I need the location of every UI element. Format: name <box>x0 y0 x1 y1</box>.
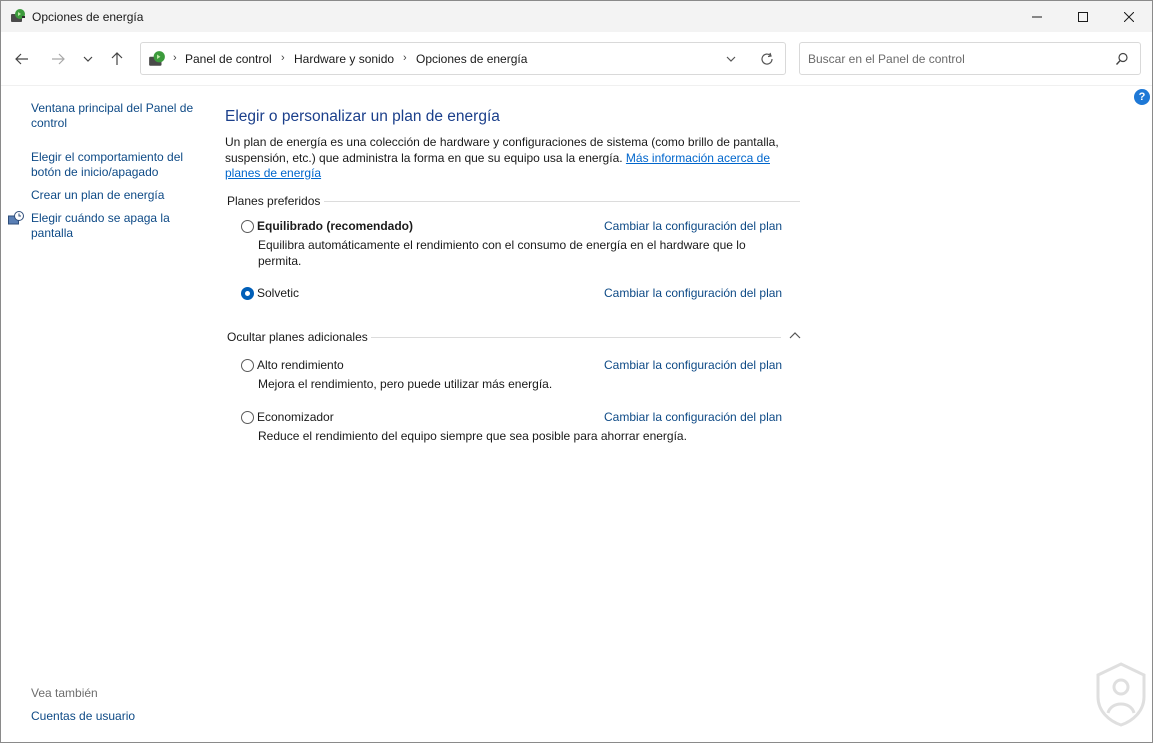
search-input[interactable] <box>800 43 1100 74</box>
solvetic-logo-watermark <box>1096 662 1146 727</box>
power-options-icon <box>11 9 25 22</box>
page-title: Elegir o personalizar un plan de energía <box>225 108 500 125</box>
chevron-down-icon <box>83 56 93 62</box>
chevron-right-icon: › <box>281 52 285 64</box>
chevron-right-icon: › <box>403 52 407 64</box>
close-button[interactable] <box>1106 1 1152 32</box>
plan-high-performance-radio[interactable] <box>241 359 254 372</box>
plan-solvetic-change-link[interactable]: Cambiar la configuración del plan <box>604 286 782 300</box>
plan-power-saver-name[interactable]: Economizador <box>257 410 334 424</box>
plan-balanced-radio[interactable] <box>241 220 254 233</box>
see-also-label: Vea también <box>31 686 98 700</box>
arrow-up-icon <box>111 52 123 65</box>
plan-high-performance-name[interactable]: Alto rendimiento <box>257 358 344 372</box>
close-icon <box>1124 11 1134 22</box>
plan-balanced-change-link[interactable]: Cambiar la configuración del plan <box>604 219 782 233</box>
plan-high-performance-change-link[interactable]: Cambiar la configuración del plan <box>604 358 782 372</box>
section-divider <box>371 337 781 338</box>
plan-power-saver-description: Reduce el rendimiento del equipo siempre… <box>258 429 687 443</box>
section-divider <box>324 201 800 202</box>
minimize-icon <box>1032 16 1042 17</box>
navigation-bar: › Panel de control › Hardware y sonido ›… <box>1 32 1152 86</box>
left-pane: Ventana principal del Panel de control E… <box>1 87 201 742</box>
arrow-left-icon <box>15 53 28 65</box>
plan-balanced-name[interactable]: Equilibrado (recomendado) <box>257 219 413 233</box>
plan-power-saver-radio[interactable] <box>241 411 254 424</box>
maximize-icon <box>1078 11 1088 22</box>
power-options-window: Opciones de energía › Panel de control ›… <box>0 0 1153 743</box>
main-content: Elegir o personalizar un plan de energía… <box>225 87 1105 742</box>
power-options-icon <box>149 51 165 66</box>
minimize-button[interactable] <box>1014 1 1060 32</box>
breadcrumb-control-panel[interactable]: Panel de control <box>185 52 272 66</box>
plan-solvetic-name[interactable]: Solvetic <box>257 286 299 300</box>
user-accounts-link[interactable]: Cuentas de usuario <box>31 709 135 723</box>
plan-solvetic-radio[interactable] <box>241 287 254 300</box>
title-bar: Opciones de energía <box>1 1 1152 32</box>
plan-high-performance-description: Mejora el rendimiento, pero puede utiliz… <box>258 377 553 391</box>
maximize-button[interactable] <box>1060 1 1106 32</box>
plan-balanced-description: Equilibra automáticamente el rendimiento… <box>258 238 746 268</box>
additional-plans-header: Ocultar planes adicionales <box>227 330 368 344</box>
search-box <box>799 42 1141 75</box>
display-clock-icon <box>8 211 24 225</box>
chevron-up-icon[interactable] <box>789 330 801 342</box>
chevron-right-icon: › <box>173 52 177 64</box>
power-button-behavior-link[interactable]: Elegir el comportamiento del botón de in… <box>31 150 191 180</box>
help-icon[interactable]: ? <box>1134 89 1150 105</box>
refresh-icon[interactable] <box>759 51 775 67</box>
forward-button[interactable] <box>47 48 69 70</box>
up-button[interactable] <box>106 48 128 70</box>
search-icon[interactable] <box>1114 51 1130 67</box>
breadcrumb-hardware-sound[interactable]: Hardware y sonido <box>294 52 394 66</box>
display-off-link[interactable]: Elegir cuándo se apaga la pantalla <box>31 211 181 241</box>
control-panel-home-link[interactable]: Ventana principal del Panel de control <box>31 101 196 131</box>
page-description: Un plan de energía es una colección de h… <box>225 135 805 182</box>
plan-power-saver-change-link[interactable]: Cambiar la configuración del plan <box>604 410 782 424</box>
chevron-down-icon[interactable] <box>723 51 739 67</box>
recent-locations-button[interactable] <box>79 48 97 70</box>
address-bar[interactable]: › Panel de control › Hardware y sonido ›… <box>140 42 786 75</box>
back-button[interactable] <box>11 48 33 70</box>
create-power-plan-link[interactable]: Crear un plan de energía <box>31 188 196 203</box>
arrow-right-icon <box>52 53 65 65</box>
preferred-plans-header: Planes preferidos <box>227 194 321 208</box>
window-title: Opciones de energía <box>32 10 144 24</box>
breadcrumb-power-options[interactable]: Opciones de energía <box>416 52 527 66</box>
